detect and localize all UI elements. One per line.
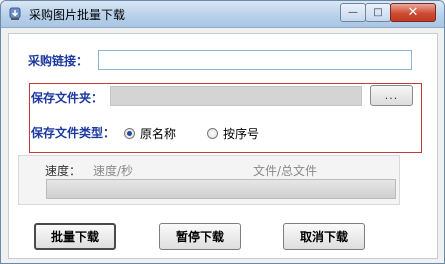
window-title: 采购图片批量下载 <box>29 8 126 22</box>
cancel-download-button[interactable]: 取消下载 <box>283 223 365 250</box>
file-type-label: 保存文件类型： <box>31 126 116 140</box>
download-app-icon <box>7 6 23 22</box>
folder-path-field[interactable] <box>110 86 362 106</box>
folder-label: 保存文件夹： <box>31 91 104 105</box>
files-progress-text: 文件/总文件 <box>253 164 318 178</box>
browse-folder-button[interactable]: ... <box>370 85 413 106</box>
main-window: 采购图片批量下载 — □ ✕ 采购链接： 保存文件夹： ... 保存文件类型： … <box>0 0 445 264</box>
download-progress-bar <box>46 179 396 199</box>
close-icon: ✕ <box>407 5 419 20</box>
original-name-label: 原名称 <box>140 127 177 141</box>
url-label: 采购链接： <box>28 54 89 68</box>
minimize-icon: — <box>348 7 358 18</box>
sequence-option[interactable]: 按序号 <box>207 125 259 142</box>
pause-download-button[interactable]: 暂停下载 <box>159 223 241 250</box>
speed-value: 速度/秒 <box>93 164 134 178</box>
sequence-radio[interactable] <box>207 128 218 139</box>
minimize-button[interactable]: — <box>340 3 366 22</box>
batch-download-button[interactable]: 批量下载 <box>34 223 116 250</box>
sequence-label: 按序号 <box>223 127 260 141</box>
close-button[interactable]: ✕ <box>390 3 436 22</box>
speed-label: 速度： <box>45 164 82 178</box>
url-input[interactable] <box>98 50 412 70</box>
original-name-radio[interactable] <box>124 128 135 139</box>
original-name-option[interactable]: 原名称 <box>124 125 176 142</box>
title-bar[interactable]: 采购图片批量下载 — □ ✕ <box>1 1 444 28</box>
maximize-icon: □ <box>373 7 383 18</box>
form-panel: 采购链接： 保存文件夹： ... 保存文件类型： 原名称 按序号 速度： 速度/… <box>8 33 438 259</box>
maximize-button[interactable]: □ <box>365 3 391 22</box>
